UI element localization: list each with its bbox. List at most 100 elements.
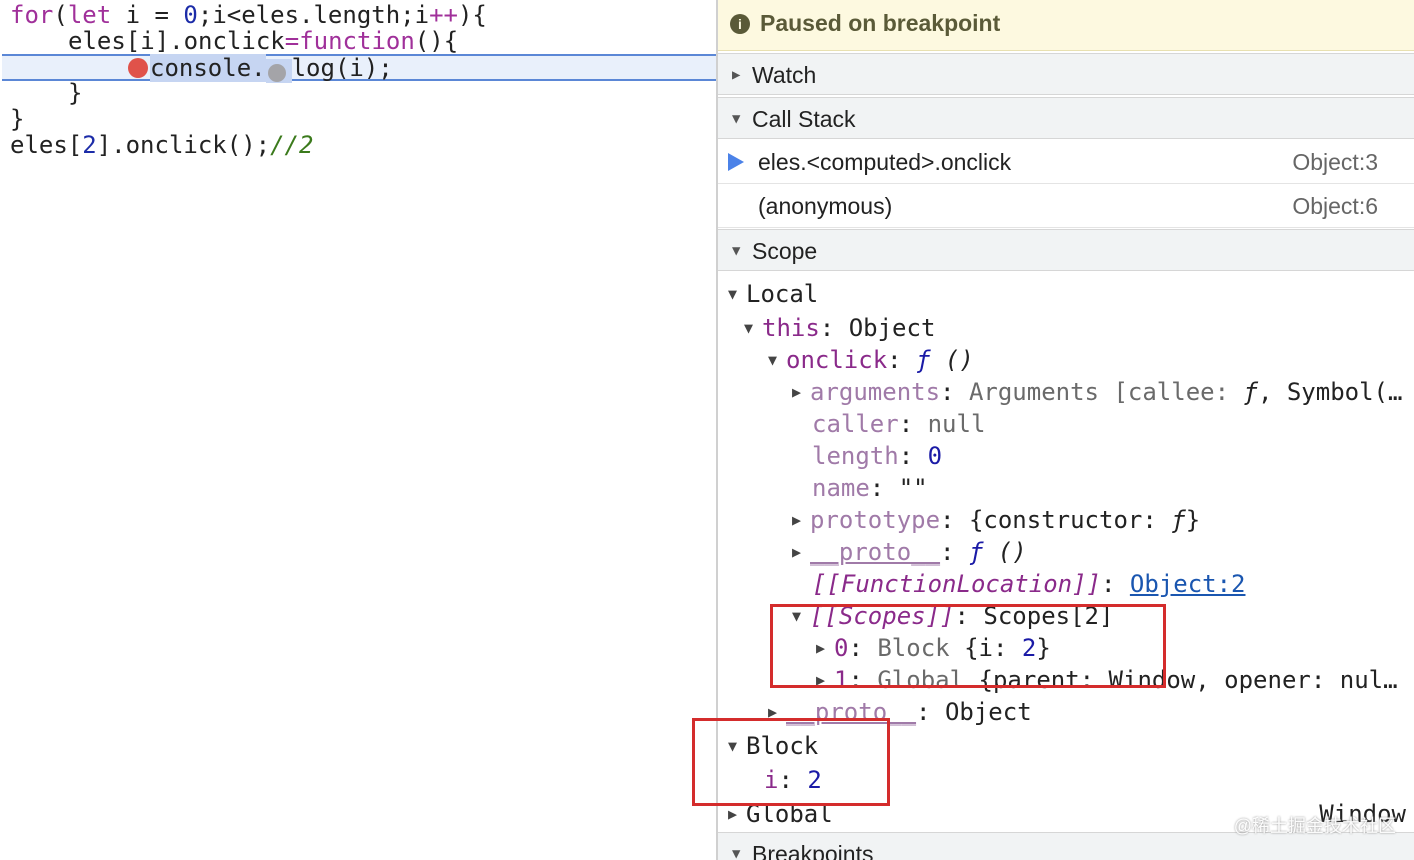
tree-node-prototype[interactable]: ▶ prototype: {constructor: ƒ} [792, 506, 1200, 534]
prop-sep: : [898, 442, 928, 470]
prop-key: onclick [786, 346, 888, 374]
annotation-box-scopes [770, 604, 1166, 688]
call-frame-location[interactable]: Object:6 [1292, 193, 1378, 220]
prop-value: Object [848, 314, 936, 342]
prop-value: () [944, 346, 974, 374]
call-frame-location[interactable]: Object:3 [1292, 149, 1378, 176]
function-symbol: ƒ [916, 346, 931, 374]
annotation-box-block [692, 718, 890, 806]
code-token: 2 [82, 131, 97, 159]
call-frame-name: eles.<computed>.onclick [758, 149, 1012, 175]
prop-key: length [812, 442, 899, 470]
tree-node-arguments[interactable]: ▶ arguments: Arguments [callee: ƒ, Symbol… [792, 378, 1402, 406]
code-token: let [67, 1, 112, 29]
tree-node-proto[interactable]: ▶ __proto__: ƒ () [792, 538, 1027, 566]
prop-sep: : [916, 698, 945, 726]
code-token: } [10, 105, 25, 133]
code-token: function [299, 27, 415, 55]
code-token: ;i<eles.length;i [197, 1, 430, 29]
call-frame-row[interactable]: eles.<computed>.onclick Object:3 [718, 141, 1414, 184]
prop-space [931, 346, 945, 374]
current-frame-arrow-icon [728, 153, 744, 171]
section-title: Call Stack [752, 106, 856, 132]
code-token: eles[ [10, 131, 83, 159]
function-symbol: ƒ [1171, 506, 1186, 534]
paused-banner: i Paused on breakpoint [718, 0, 1414, 51]
prop-value: Arguments [callee: [968, 378, 1244, 406]
code-line-2[interactable]: eles[i].onclick=function(){ [68, 28, 458, 54]
prop-space [983, 538, 997, 566]
prop-key: prototype [810, 506, 941, 534]
code-token: for [10, 1, 54, 29]
prop-key: this [762, 314, 820, 342]
tree-node-onclick[interactable]: ▼ onclick: ƒ () [768, 346, 974, 374]
paused-message: Paused on breakpoint [760, 10, 1001, 36]
prop-key: arguments [810, 378, 941, 406]
code-token: console. [150, 54, 266, 82]
code-line-5[interactable]: } [10, 106, 24, 132]
tree-node-this[interactable]: ▼ this: Object [744, 314, 935, 342]
collapse-arrow-icon: ▼ [732, 846, 741, 860]
code-line-4[interactable]: } [68, 80, 82, 106]
prop-key: __proto__ [810, 538, 941, 566]
code-token: log(i); [291, 54, 393, 82]
source-editor[interactable]: for(let i = 0;i<eles.length;i++){ eles[i… [0, 0, 718, 860]
prop-key: [[FunctionLocation]] [812, 570, 1101, 598]
breakpoint-marker-icon[interactable] [128, 58, 148, 78]
code-token: ++ [429, 1, 458, 29]
function-symbol: ƒ [968, 538, 984, 566]
prop-sep: : [869, 474, 899, 502]
scope-label: Local [746, 280, 819, 308]
code-token: ){ [457, 1, 487, 29]
scope-section-header[interactable]: ▼ Scope [718, 229, 1414, 271]
inline-breakpoint-icon[interactable] [267, 64, 286, 82]
expand-arrow-icon: ▶ [792, 511, 802, 529]
scope-local[interactable]: ▼ Local [728, 280, 818, 308]
code-token: } [68, 79, 83, 107]
watch-section-header[interactable]: ▶ Watch [718, 53, 1414, 95]
code-token: 0 [183, 1, 198, 29]
section-title: Scope [752, 238, 818, 264]
code-token: i = [111, 1, 184, 29]
collapse-arrow-icon: ▼ [744, 319, 754, 337]
prop-value: "" [898, 474, 928, 502]
info-icon: i [730, 14, 750, 34]
prop-sep: : [898, 410, 928, 438]
prop-sep: : [940, 378, 969, 406]
code-line-3[interactable]: console. log(i); [128, 54, 393, 83]
prop-value: } [1185, 506, 1201, 534]
source-link[interactable]: Object:2 [1130, 570, 1246, 598]
watermark: @稀土掘金技术社区 [1233, 816, 1396, 836]
prop-key: name [812, 474, 870, 502]
code-comment: //2 [270, 131, 314, 159]
section-title: Watch [752, 62, 817, 88]
collapse-arrow-icon: ▼ [728, 285, 738, 303]
code-token: ( [53, 1, 68, 29]
code-token: eles[i].onclick [68, 27, 285, 55]
call-stack-section-header[interactable]: ▼ Call Stack [718, 97, 1414, 139]
section-title: Breakpoints [752, 841, 874, 860]
code-token: = [284, 27, 300, 55]
code-line-1[interactable]: for(let i = 0;i<eles.length;i++){ [10, 2, 487, 28]
prop-sep: : [940, 538, 969, 566]
prop-value: {constructor: [968, 506, 1172, 534]
code-token: ].onclick(); [96, 131, 271, 159]
tree-node-function-location: [[FunctionLocation]]: Object:2 [812, 570, 1245, 598]
prop-value: , Symbol(… [1257, 378, 1403, 406]
tree-node-name: name: "" [812, 474, 928, 502]
prop-value: null [927, 410, 986, 438]
code-line-6[interactable]: eles[2].onclick();//2 [10, 132, 313, 158]
expand-arrow-icon: ▶ [732, 67, 741, 83]
code-token: (){ [414, 27, 459, 55]
expand-arrow-icon: ▶ [792, 543, 802, 561]
tree-node-caller: caller: null [812, 410, 985, 438]
prop-value: 0 [927, 442, 943, 470]
collapse-arrow-icon: ▼ [732, 111, 741, 127]
call-frame-row[interactable]: (anonymous) Object:6 [718, 185, 1414, 228]
inline-breakpoint-slot[interactable] [265, 59, 292, 83]
prop-key: caller [812, 410, 899, 438]
prop-value: Object [944, 698, 1032, 726]
collapse-arrow-icon: ▼ [768, 351, 778, 369]
prop-value: () [997, 538, 1027, 566]
prop-sep: : [819, 314, 849, 342]
